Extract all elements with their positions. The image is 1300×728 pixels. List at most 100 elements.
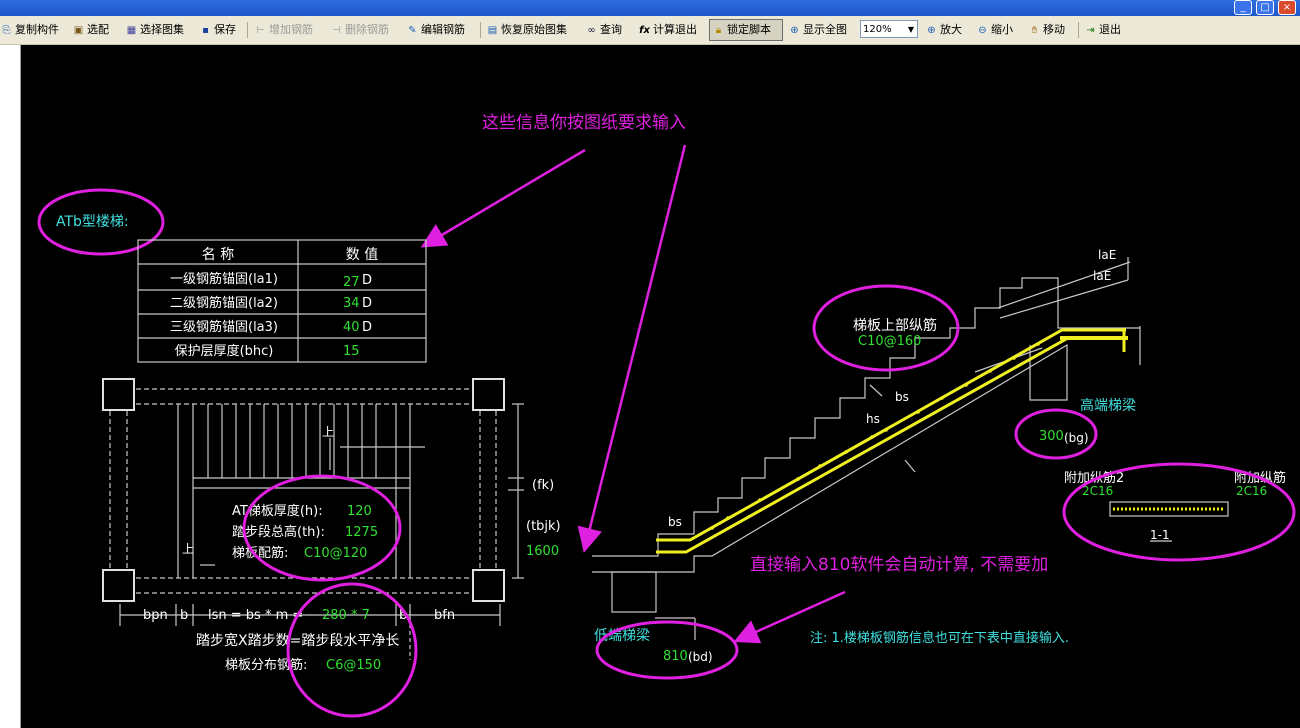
- thickness-value[interactable]: 120: [347, 504, 372, 519]
- stair-section-view: [592, 257, 1141, 640]
- bd-value[interactable]: 810: [663, 649, 688, 664]
- table-cell-value[interactable]: 15: [343, 344, 360, 359]
- stair-drawing: 这些信息你按图纸要求输入 直接输入810软件会自动计算, 不需要加 ATb型楼梯…: [37, 113, 1296, 718]
- copy-icon: ⎘: [2, 24, 11, 36]
- show-all-button[interactable]: ⊕ 显示全图: [788, 21, 847, 39]
- low-beam-label: 低端梯梁: [594, 628, 650, 644]
- tbjk-label: (tbjk): [526, 519, 561, 534]
- toolbar-separator: [1078, 22, 1079, 38]
- extra-rebar-value[interactable]: 2C16: [1236, 484, 1267, 498]
- table-cell-name: 一级钢筋锚固(la1): [170, 271, 278, 287]
- exit-icon: ⇥: [1086, 24, 1095, 36]
- annotation-top: 这些信息你按图纸要求输入: [482, 113, 686, 133]
- edit-rebar-label: 编辑钢筋: [421, 23, 465, 36]
- delete-rebar-button[interactable]: ⊣ 删除钢筋: [330, 21, 389, 39]
- add-rebar-button[interactable]: ⊢ 增加钢筋: [254, 21, 313, 39]
- show-all-label: 显示全图: [803, 23, 847, 36]
- table-cell-value[interactable]: 40: [343, 320, 360, 335]
- dist-rebar-label: 梯板分布钢筋:: [225, 657, 307, 673]
- rebar-value[interactable]: C10@120: [304, 546, 367, 561]
- floppy-icon: ▪: [202, 24, 209, 36]
- calc-exit-button[interactable]: fx 计算退出: [638, 21, 697, 39]
- high-beam-label: 高端梯梁: [1080, 397, 1136, 414]
- edit-rebar-button[interactable]: ✎ 编辑钢筋: [406, 21, 465, 39]
- table-cell-unit: D: [362, 273, 372, 288]
- zoom-in-icon: ⊕: [927, 24, 936, 36]
- zoom-out-label: 缩小: [991, 23, 1013, 36]
- move-label: 移动: [1043, 23, 1065, 36]
- left-panel-edge: [0, 45, 21, 728]
- note-text: 注: 1.楼梯板钢筋信息也可在下表中直接输入.: [810, 630, 1069, 646]
- dropdown-arrow-icon: ▼: [907, 25, 914, 34]
- title-bar: _ □ ×: [0, 0, 1300, 16]
- lock-icon: 🔒︎: [715, 24, 722, 36]
- hs-label: hs: [866, 412, 880, 426]
- calc-exit-label: 计算退出: [653, 23, 697, 36]
- move-button[interactable]: ✋︎ 移动: [1028, 21, 1065, 39]
- lae-label: laE: [1098, 248, 1116, 262]
- dist-rebar-value[interactable]: C6@150: [326, 658, 381, 673]
- minimize-button[interactable]: _: [1234, 0, 1252, 15]
- annotation-bottom: 直接输入810软件会自动计算, 不需要加: [750, 555, 1048, 575]
- table-cell-name: 三级钢筋锚固(la3): [170, 319, 278, 335]
- table-cell-unit: D: [362, 320, 372, 335]
- add-rebar-label: 增加钢筋: [269, 23, 313, 36]
- save-label: 保存: [214, 23, 236, 36]
- section-mark-label: 1-1: [1150, 528, 1170, 542]
- annotation-arrow: [420, 148, 586, 248]
- up-arrow-label: 上: [182, 542, 194, 556]
- extra-rebar2-value[interactable]: 2C16: [1082, 484, 1113, 498]
- copy-label: 复制构件: [15, 23, 59, 36]
- stair-type-label: ATb型楼梯:: [56, 214, 129, 230]
- bg-label: (bg): [1064, 431, 1089, 445]
- auto-match-label: 选配: [87, 23, 109, 36]
- bs-label: bs: [668, 515, 682, 529]
- zoom-value: 120%: [863, 24, 892, 35]
- save-button[interactable]: ▪ 保存: [199, 21, 236, 39]
- up-arrow-label: 上: [322, 425, 334, 439]
- close-button[interactable]: ×: [1278, 0, 1296, 15]
- bg-value[interactable]: 300: [1039, 429, 1064, 444]
- b-label: b: [180, 608, 188, 623]
- toolbar-separator: [247, 22, 248, 38]
- bpn-label: bpn: [143, 608, 168, 623]
- exit-button[interactable]: ⇥ 退出: [1084, 21, 1121, 39]
- annotation-arrow: [577, 144, 687, 553]
- maximize-button[interactable]: □: [1256, 0, 1274, 15]
- copy-component-button[interactable]: ⎘ 复制构件: [0, 21, 60, 39]
- formula-text: 踏步宽X踏步数=踏步段水平净长: [196, 632, 399, 649]
- zoom-in-button[interactable]: ⊕ 放大: [925, 21, 962, 39]
- top-rebar-value[interactable]: C10@160: [858, 334, 921, 349]
- binoculars-icon: ∞: [587, 24, 596, 36]
- lae-label: laE: [1093, 269, 1111, 283]
- height-value[interactable]: 1275: [345, 525, 378, 540]
- restore-atlas-button[interactable]: ▤ 恢复原始图集: [486, 21, 567, 39]
- fk-label: (fk): [532, 478, 554, 493]
- zoom-select[interactable]: 120% ▼: [860, 20, 918, 38]
- bfn-label: bfn: [434, 608, 455, 623]
- edit-rebar-icon: ✎: [408, 24, 417, 36]
- plan-columns: [102, 378, 505, 602]
- select-atlas-button[interactable]: ▦ 选择图集: [125, 21, 184, 39]
- drawing-canvas[interactable]: 这些信息你按图纸要求输入 直接输入810软件会自动计算, 不需要加 ATb型楼梯…: [21, 45, 1300, 728]
- table-cell-value[interactable]: 34: [343, 296, 360, 311]
- add-rebar-icon: ⊢: [256, 24, 265, 36]
- auto-match-button[interactable]: ▣ 选配: [72, 21, 109, 39]
- query-label: 查询: [600, 23, 622, 36]
- delete-rebar-icon: ⊣: [332, 24, 341, 36]
- table-cell-unit: D: [362, 296, 372, 311]
- table-cell-value[interactable]: 27: [343, 275, 360, 290]
- tbjk-value[interactable]: 1600: [526, 544, 559, 559]
- lock-script-label: 锁定脚本: [727, 23, 771, 36]
- lsn-value[interactable]: 280 * 7: [322, 608, 370, 623]
- lock-script-button[interactable]: 🔒︎ 锁定脚本: [712, 21, 771, 39]
- query-button[interactable]: ∞ 查询: [585, 21, 622, 39]
- grid-icon: ▦: [126, 24, 137, 36]
- restore-atlas-label: 恢复原始图集: [501, 23, 567, 36]
- restore-icon: ▤: [487, 24, 498, 36]
- exit-label: 退出: [1099, 23, 1121, 36]
- table-header-value: 数 值: [346, 247, 378, 263]
- function-icon: fx: [639, 24, 650, 36]
- zoom-out-button[interactable]: ⊖ 缩小: [976, 21, 1013, 39]
- table-cell-name: 保护层厚度(bhc): [175, 343, 274, 359]
